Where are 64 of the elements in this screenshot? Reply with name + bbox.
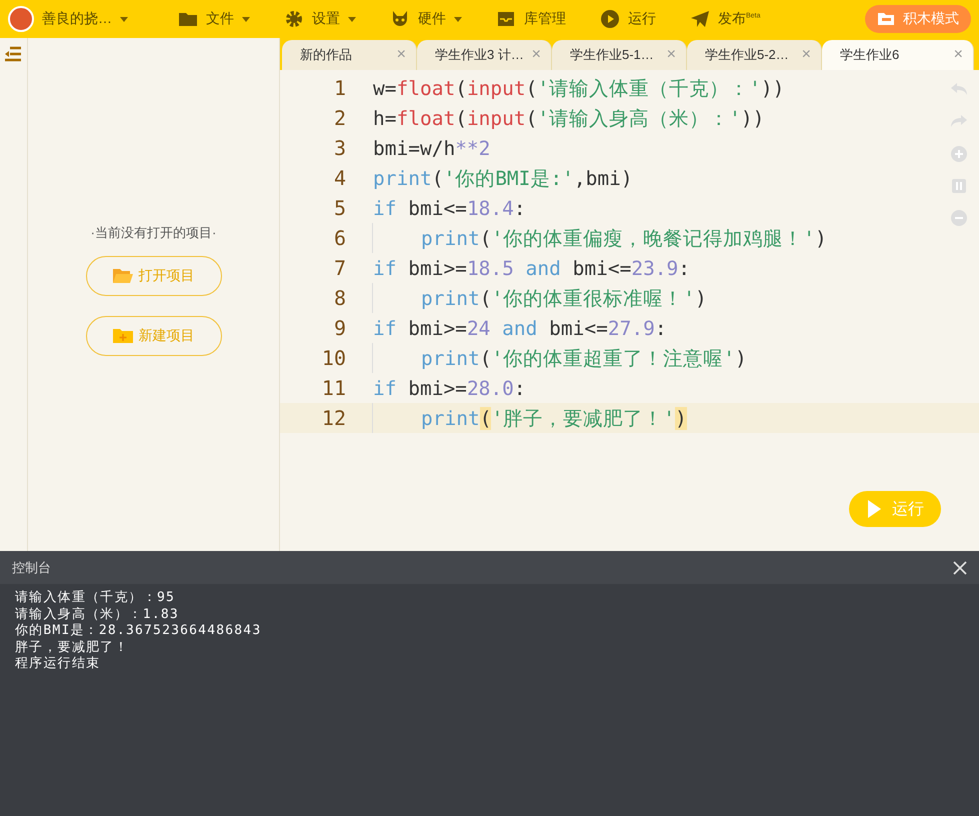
menu-item[interactable]: 库管理 [496,9,566,29]
empty-project-message: ·当前没有打开的项目· [90,224,216,242]
caret-icon [120,16,128,22]
tab-label: 学生作业5-1… [570,46,654,64]
file-tab[interactable]: 新的作品 × [282,40,417,70]
settings-icon[interactable] [284,9,304,29]
paper-plane-icon[interactable] [690,9,710,29]
code-line[interactable]: print('你的体重偏瘦，晚餐记得加鸡腿！') [420,223,827,253]
menu-item[interactable]: 硬件 [390,9,462,29]
code-line[interactable]: print('你的体重超重了！注意喔') [420,343,747,373]
line-number: 5 [332,196,347,220]
line-number: 8 [332,286,347,310]
line-number: 6 [332,226,347,250]
menu-item[interactable]: 运行 [600,9,656,29]
code-line[interactable]: if bmi>=28.0: [372,373,526,403]
menu-item[interactable]: 设置 [284,9,356,29]
close-icon[interactable] [953,560,967,574]
file-tab[interactable]: 学生作业5-1… × [552,40,687,70]
menu-icon[interactable] [4,46,22,62]
tab-label: 学生作业3 计… [435,46,524,64]
console-title: 控制台 [12,558,51,576]
avatar-icon [8,6,34,32]
robot-icon[interactable] [390,9,410,29]
folder-plus-icon [112,328,132,344]
tab-label: 新的作品 [300,46,352,64]
caret-icon [242,16,250,22]
code-line[interactable]: if bmi>=18.5 and bmi<=23.9: [372,253,690,283]
line-number: 12 [320,406,347,430]
line-number: 3 [332,136,347,160]
code-line[interactable]: if bmi>=24 and bmi<=27.9: [372,313,667,343]
inbox-icon[interactable] [496,9,516,29]
code-line[interactable]: h=float(input('请输入身高（米）：')) [372,103,764,133]
line-number: 1 [332,76,347,100]
line-number: 10 [320,346,347,370]
code-line[interactable]: print('你的体重很标准喔！') [420,283,707,313]
caret-icon [348,16,356,22]
console-output-line: 程序运行结束 [15,656,102,672]
line-number: 11 [320,376,347,400]
console-output-line: 你的BMI是：28.367523664486843 [15,623,262,640]
play-icon [866,499,882,519]
file-tab[interactable]: 学生作业6 × [822,40,974,70]
code-line[interactable]: w=float(input('请输入体重（千克）：')) [372,73,784,103]
code-line[interactable]: print('你的BMI是:',bmi) [372,163,633,193]
tab-label: 学生作业6 [840,46,900,64]
line-number: 7 [332,256,347,280]
code-line[interactable]: if bmi<=18.4: [372,193,526,223]
line-number: 2 [332,106,347,130]
code-line[interactable]: print('胖子，要减肥了！') [420,403,687,433]
line-number: 4 [332,166,347,190]
folder-icon [877,12,895,26]
user-menu[interactable]: 善良的挠… [8,6,178,32]
console-output-line: 胖子，要减肥了！ [15,640,130,656]
console-output-line: 请输入体重（千克）：95 [15,590,176,606]
folder-icon [112,268,132,284]
menu-item[interactable]: 发布$^{Beta}$ [690,9,760,29]
console-output-line: 请输入身高（米）：1.83 [15,606,180,623]
code-line[interactable]: bmi=w/h**2 [372,133,490,163]
file-tab[interactable]: 学生作业5-2… × [687,40,822,70]
tab-label: 学生作业5-2… [705,46,789,64]
play-icon[interactable] [600,9,620,29]
menu-item[interactable]: 文件 [178,9,250,29]
file-tab[interactable]: 学生作业3 计… × [417,40,552,70]
caret-icon [454,16,462,22]
line-number: 9 [332,316,347,340]
